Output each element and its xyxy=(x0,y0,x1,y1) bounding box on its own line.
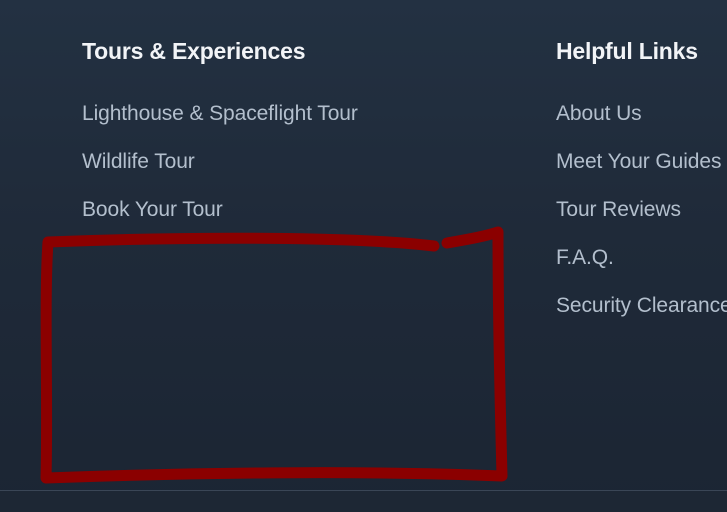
tours-heading: Tours & Experiences xyxy=(82,38,306,64)
faq-link[interactable]: F.A.Q. xyxy=(556,246,614,269)
list-item: Tour Reviews xyxy=(556,195,727,243)
book-your-tour-link[interactable]: Book Your Tour xyxy=(82,198,223,221)
list-item: F.A.Q. xyxy=(556,243,727,291)
list-item: Meet Your Guides xyxy=(556,147,727,195)
tours-links-list: Lighthouse & Spaceflight Tour Wildlife T… xyxy=(82,99,358,243)
annotation-stroke xyxy=(40,226,508,484)
list-item: About Us xyxy=(556,99,727,147)
list-item: Book Your Tour xyxy=(82,195,358,243)
tour-reviews-link[interactable]: Tour Reviews xyxy=(556,198,681,221)
list-item: Lighthouse & Spaceflight Tour xyxy=(82,99,358,147)
list-item: Security Clearance xyxy=(556,291,727,339)
footer-bottom-strip xyxy=(0,491,727,512)
wildlife-tour-link[interactable]: Wildlife Tour xyxy=(82,150,195,173)
list-item: Wildlife Tour xyxy=(82,147,358,195)
helpful-links-heading: Helpful Links xyxy=(556,38,698,64)
meet-your-guides-link[interactable]: Meet Your Guides xyxy=(556,150,721,173)
about-us-link[interactable]: About Us xyxy=(556,102,642,125)
security-clearance-link[interactable]: Security Clearance xyxy=(556,294,727,317)
lighthouse-spaceflight-tour-link[interactable]: Lighthouse & Spaceflight Tour xyxy=(82,102,358,125)
helpful-links-list: About Us Meet Your Guides Tour Reviews F… xyxy=(556,99,727,339)
